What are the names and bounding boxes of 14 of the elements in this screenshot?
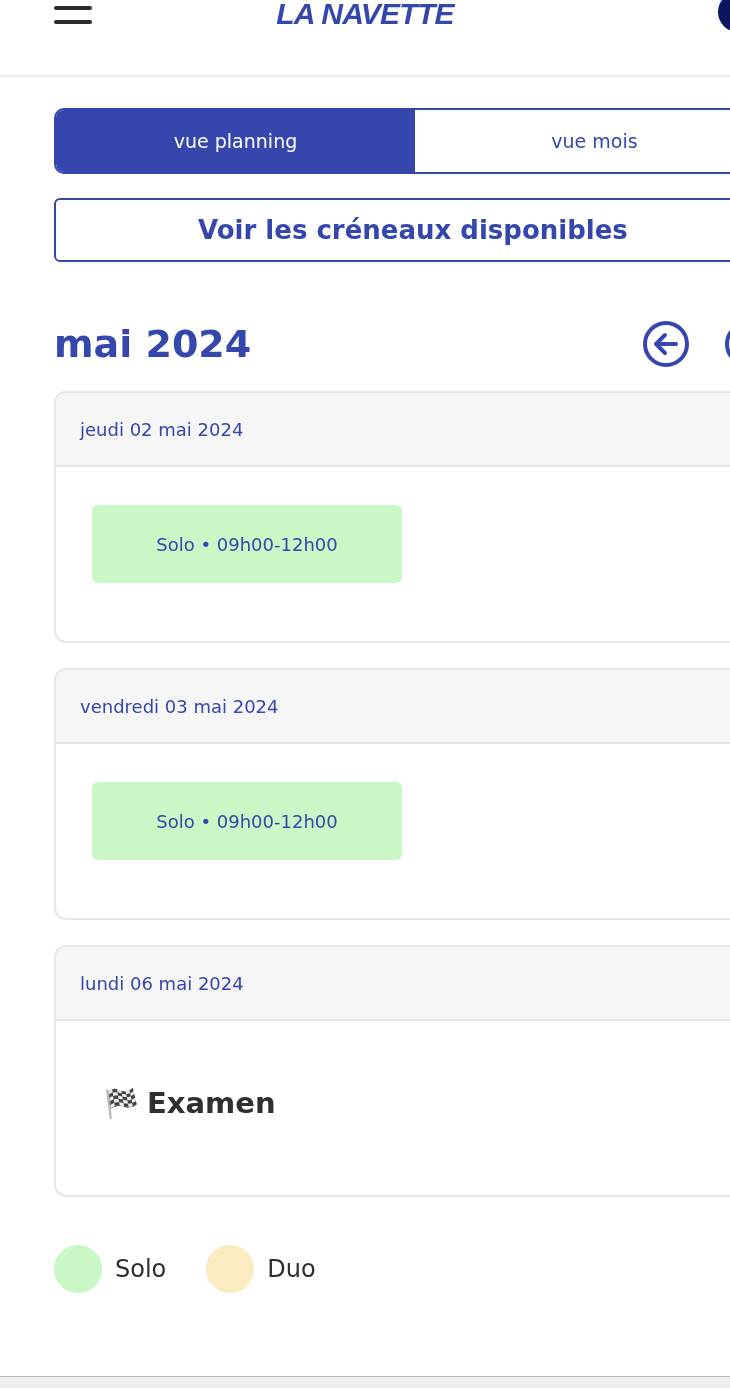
legend-label: Solo — [115, 1254, 167, 1285]
slot-chip[interactable]: Solo • 09h00-12h00 — [92, 782, 402, 860]
checkered-flag-icon: 🏁 — [104, 1090, 139, 1118]
month-title: mai 2024 — [54, 320, 252, 368]
slot-chip[interactable]: Solo • 09h00-12h00 — [92, 505, 402, 583]
view-tab[interactable]: vue planning — [56, 110, 415, 172]
menu-icon[interactable] — [54, 6, 92, 24]
day-date: vendredi 03 mai 2024 — [80, 694, 279, 719]
slots-button[interactable]: Voir les créneaux disponibles — [54, 198, 730, 262]
day-date: jeudi 02 mai 2024 — [80, 417, 244, 442]
legend-label: Duo — [267, 1254, 316, 1285]
logo[interactable]: LA NAVETTE — [276, 0, 454, 34]
day-date: lundi 06 mai 2024 — [80, 971, 244, 996]
exam-label: Examen — [147, 1085, 276, 1123]
